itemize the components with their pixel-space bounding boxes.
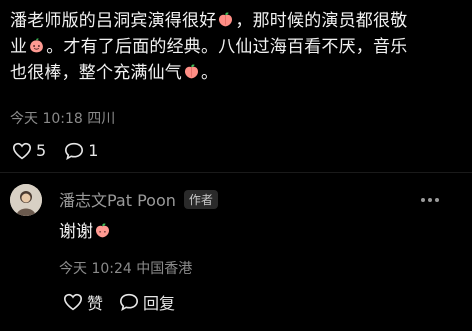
reply-actions: 赞 回复 — [63, 290, 175, 314]
reply-count: 1 — [88, 141, 99, 160]
smile-emoji-icon — [30, 38, 44, 53]
user-avatar-icon — [10, 184, 42, 216]
peach-emoji-icon — [219, 12, 233, 27]
like-count: 5 — [36, 141, 47, 160]
comment-meta: 今天 10:18 四川 — [10, 111, 116, 127]
comment-bubble-icon — [120, 293, 139, 311]
comment-text-part: 。 — [201, 63, 219, 83]
comment-text-part: 业 — [10, 37, 28, 57]
divider — [0, 172, 472, 173]
like-button[interactable]: 5 — [12, 141, 46, 160]
comment-text-part: 。才有了后面的经典。八仙过海百看不厌，音乐 — [46, 37, 408, 57]
comment-text-part: ，那时候的演员都很敬 — [235, 11, 408, 31]
heart-icon — [12, 142, 32, 159]
comment-bubble-icon — [65, 142, 84, 160]
reply-label: 回复 — [143, 294, 176, 313]
reply-button[interactable]: 回复 — [119, 290, 175, 314]
peach-emoji-icon — [95, 223, 110, 238]
reply-body: 谢谢 — [59, 219, 112, 245]
reply-button[interactable]: 1 — [64, 141, 98, 160]
like-button[interactable]: 赞 — [63, 290, 103, 314]
comment-text-part: 潘老师版的吕洞宾演得很好 — [10, 11, 217, 31]
reply-header: 潘志文Pat Poon 作者 — [59, 187, 218, 211]
peach-emoji-icon — [184, 64, 199, 79]
heart-icon — [63, 293, 83, 311]
comment-body: 潘老师版的吕洞宾演得很好 ，那时候的演员都很敬 业。才有了后面的经典。八仙过海百看… — [10, 8, 465, 86]
comment-thread: 潘老师版的吕洞宾演得很好 ，那时候的演员都很敬 业。才有了后面的经典。八仙过海百看… — [0, 0, 472, 331]
reply-meta: 今天 10:24 中国香港 — [59, 261, 193, 277]
author-badge: 作者 — [183, 189, 218, 209]
author-name[interactable]: 潘志文Pat Poon — [59, 187, 176, 211]
more-dots-icon[interactable] — [420, 197, 440, 203]
reply-text: 谢谢 — [59, 222, 93, 242]
like-label: 赞 — [87, 294, 104, 313]
avatar[interactable] — [10, 184, 42, 216]
comment-text-part: 也很棒，整个充满仙气 — [10, 63, 182, 83]
comment-actions: 5 1 — [12, 141, 98, 160]
